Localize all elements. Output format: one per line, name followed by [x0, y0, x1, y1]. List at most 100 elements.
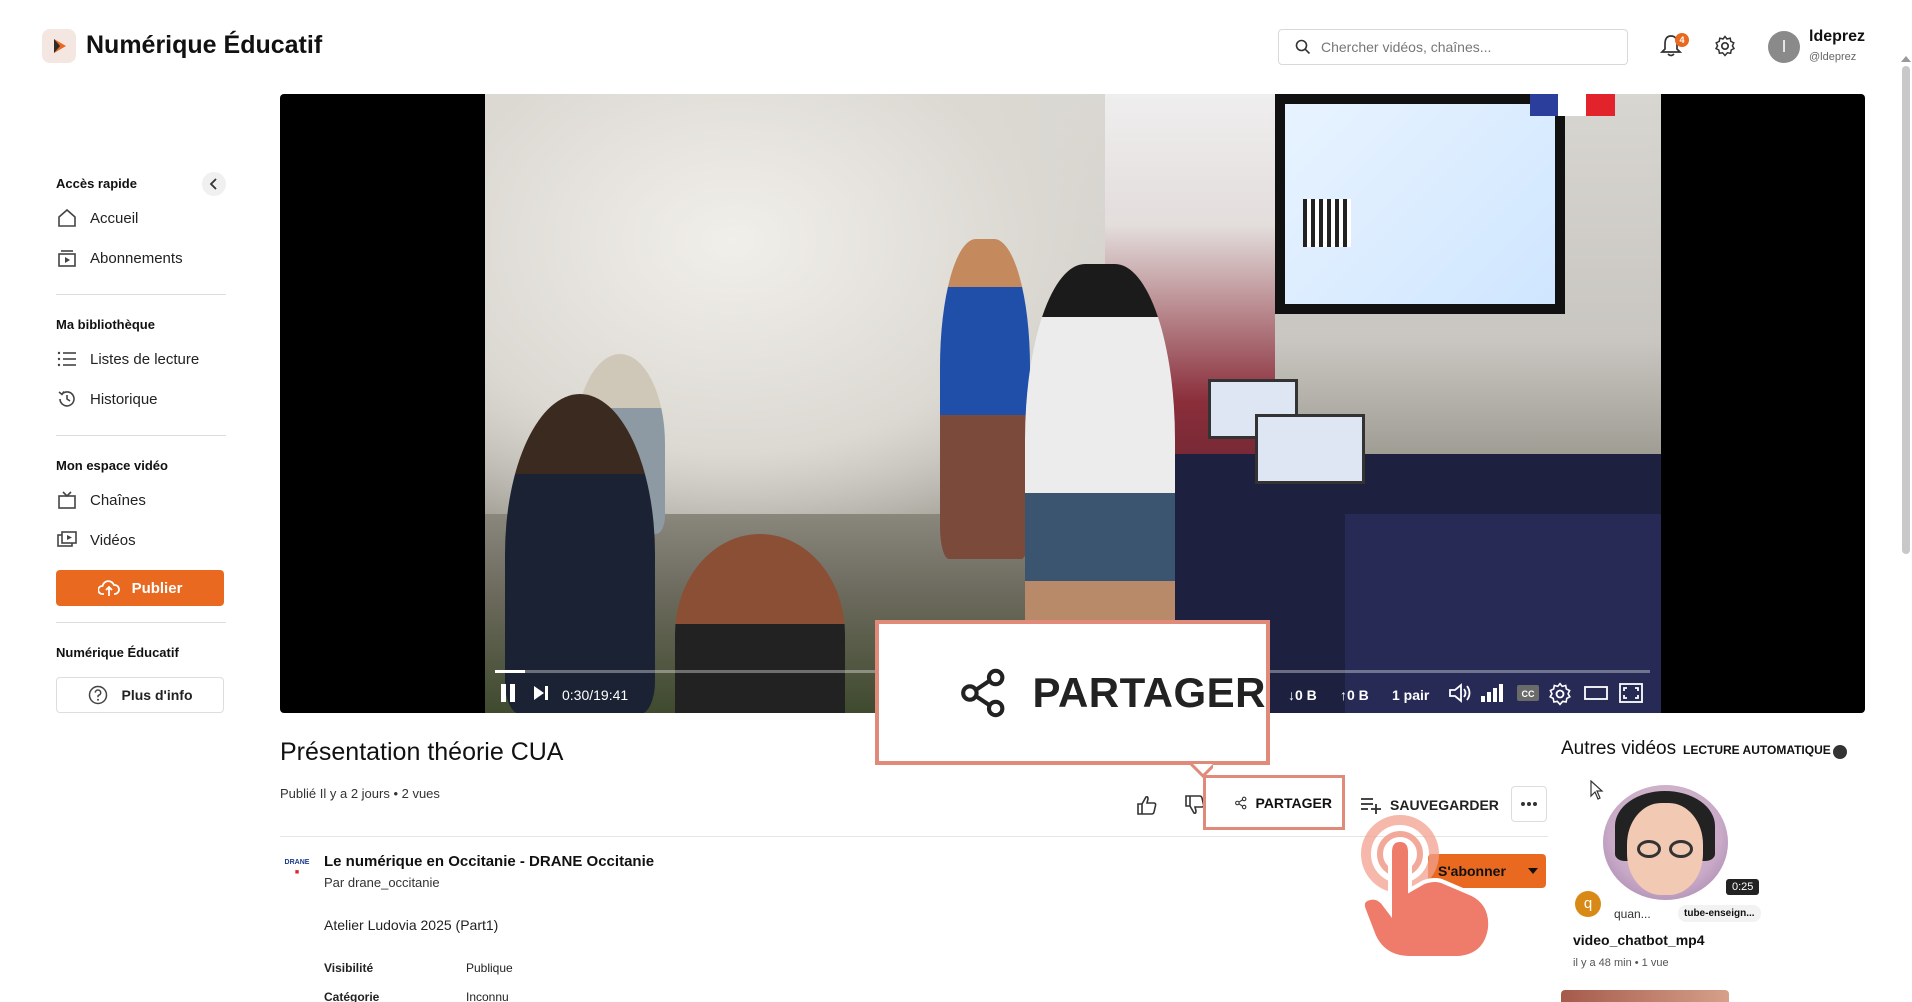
- user-name[interactable]: ldeprez: [1809, 28, 1865, 46]
- share-icon: [1235, 796, 1247, 809]
- channel-name[interactable]: Le numérique en Occitanie - DRANE Occita…: [324, 853, 654, 870]
- pause-icon: [501, 684, 515, 702]
- volume-button[interactable]: [1448, 682, 1474, 704]
- more-dots-icon: [1521, 802, 1537, 806]
- channel-owner[interactable]: Par drane_occitanie: [324, 875, 440, 890]
- cloud-upload-icon: [97, 580, 120, 596]
- download-stat: ↓0 B: [1288, 687, 1317, 703]
- brand-name[interactable]: Numérique Éducatif: [86, 31, 322, 60]
- theater-icon: [1584, 686, 1608, 700]
- publish-button[interactable]: Publier: [56, 570, 224, 606]
- quality-signal-button[interactable]: [1480, 682, 1506, 704]
- instance-tag[interactable]: tube-enseign...: [1678, 905, 1761, 922]
- sidebar-item-label: Accueil: [90, 209, 139, 227]
- notification-count-badge: 4: [1675, 33, 1689, 47]
- laptop: [1255, 414, 1365, 484]
- autoplay-label: LECTURE AUTOMATIQUE: [1683, 743, 1831, 757]
- collapse-sidebar-button[interactable]: [202, 172, 226, 196]
- fullscreen-button[interactable]: [1618, 682, 1644, 704]
- volume-icon: [1449, 683, 1471, 703]
- flag-mark-icon: ■: [294, 869, 300, 876]
- sidebar: Accès rapide Accueil Abonnements Ma bibl…: [56, 170, 226, 713]
- share-icon: [961, 668, 1005, 717]
- sidebar-item-label: Listes de lecture: [90, 350, 200, 368]
- app-logo[interactable]: [42, 29, 76, 63]
- video-description: Atelier Ludovia 2025 (Part1): [324, 917, 499, 933]
- related-videos-title: Autres vidéos: [1561, 738, 1677, 759]
- share-label: PARTAGER: [1255, 794, 1332, 811]
- meta-key: Catégorie: [324, 990, 380, 1002]
- upload-stat: ↑0 B: [1340, 687, 1369, 703]
- sidebar-divider: [56, 622, 226, 623]
- theater-mode-button[interactable]: [1584, 682, 1608, 704]
- related-channel-name[interactable]: quan...: [1614, 907, 1651, 921]
- next-video-thumbnail[interactable]: [1561, 990, 1729, 1002]
- flag-logo: [1530, 94, 1615, 116]
- related-video-thumbnail[interactable]: [1603, 785, 1728, 900]
- meta-key: Visibilité: [324, 961, 374, 975]
- person: [505, 394, 655, 713]
- top-header: Numérique Éducatif Chercher vidéos, chaî…: [0, 0, 1912, 92]
- sidebar-item-history[interactable]: Historique: [56, 379, 226, 419]
- publish-info: Publié Il y a 2 jours • 2 vues: [280, 786, 440, 801]
- related-video-title[interactable]: video_chatbot_mp4: [1573, 932, 1704, 948]
- closed-captions-icon: CC: [1517, 685, 1539, 701]
- skip-next-icon: [534, 686, 548, 700]
- search-input[interactable]: Chercher vidéos, chaînes...: [1278, 29, 1628, 65]
- channel-avatar[interactable]: q: [1575, 891, 1601, 917]
- scroll-up-arrow[interactable]: [1901, 56, 1911, 62]
- sidebar-item-home[interactable]: Accueil: [56, 198, 226, 238]
- settings-gear-icon[interactable]: [1714, 35, 1736, 57]
- page-scrollbar[interactable]: [1902, 66, 1910, 554]
- zoom-callout-label: PARTAGER: [1032, 668, 1266, 716]
- videos-icon: [57, 531, 77, 547]
- autoplay-toggle[interactable]: [1833, 745, 1847, 759]
- next-button[interactable]: [532, 682, 550, 704]
- signal-bars-icon: [1481, 684, 1503, 702]
- list-icon: [57, 351, 76, 367]
- sidebar-item-label: Vidéos: [90, 531, 136, 549]
- brand-section-heading: Numérique Éducatif: [56, 645, 179, 660]
- svg-text:CC: CC: [1522, 689, 1535, 699]
- quick-access-label: Accès rapide: [56, 176, 137, 191]
- meta-value[interactable]: Inconnu: [466, 990, 509, 1002]
- subscriptions-icon: [58, 250, 76, 267]
- pause-button[interactable]: [498, 682, 518, 704]
- play-logo-icon: [54, 39, 66, 53]
- sidebar-item-videos[interactable]: Vidéos: [56, 520, 226, 560]
- share-button[interactable]: PARTAGER: [1203, 775, 1345, 830]
- user-handle: @ldeprez: [1809, 51, 1857, 63]
- like-button[interactable]: [1136, 786, 1158, 824]
- history-icon: [58, 391, 75, 407]
- channel-logo[interactable]: DRANE ■: [284, 858, 310, 884]
- more-info-label: Plus d'info: [121, 687, 193, 703]
- arrow-up-icon: ↑: [1340, 687, 1347, 703]
- meta-value[interactable]: Publique: [466, 961, 513, 975]
- publish-label: Publier: [131, 579, 183, 597]
- user-avatar[interactable]: l: [1768, 31, 1800, 63]
- search-placeholder: Chercher vidéos, chaînes...: [1321, 39, 1492, 55]
- fullscreen-icon: [1619, 683, 1643, 703]
- sidebar-item-playlists[interactable]: Listes de lecture: [56, 339, 226, 379]
- callout-pointer: [1189, 764, 1213, 779]
- quick-access-heading: Accès rapide: [56, 170, 226, 198]
- qr-code-image: [1303, 199, 1351, 247]
- subtitles-button[interactable]: CC: [1516, 682, 1540, 704]
- video-title: Présentation théorie CUA: [280, 738, 564, 766]
- thumbs-up-icon: [1137, 795, 1157, 815]
- time-display: 0:30/19:41: [562, 687, 629, 703]
- library-heading: Ma bibliothèque: [56, 317, 155, 332]
- sidebar-item-label: Historique: [90, 390, 158, 408]
- save-label: SAUVEGARDER: [1390, 797, 1499, 813]
- mouse-cursor-icon: [1590, 780, 1604, 800]
- search-icon: [1295, 39, 1311, 55]
- caret-down-icon[interactable]: [1528, 868, 1538, 874]
- settings-button[interactable]: [1548, 682, 1572, 706]
- related-video-meta: il y a 48 min • 1 vue: [1573, 957, 1669, 969]
- sidebar-divider: [56, 294, 226, 295]
- tap-hand-icon: [1360, 815, 1493, 960]
- peers-stat: 1 pair: [1392, 687, 1430, 703]
- sidebar-item-subscriptions[interactable]: Abonnements: [56, 238, 226, 278]
- more-info-button[interactable]: Plus d'info: [56, 677, 224, 713]
- sidebar-item-channels[interactable]: Chaînes: [56, 480, 226, 520]
